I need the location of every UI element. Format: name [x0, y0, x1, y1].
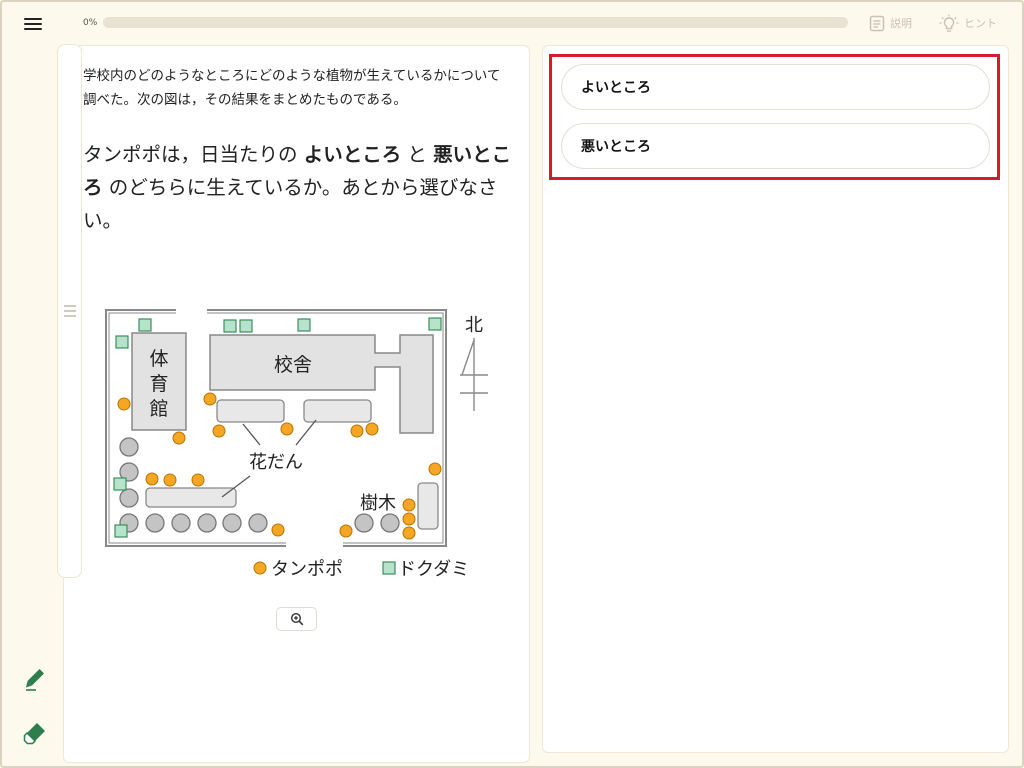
pencil-tool[interactable] — [22, 666, 48, 692]
explain-label: 説明 — [890, 17, 912, 30]
flowerbed-label: 花だん — [249, 452, 303, 473]
question-option-a: よいところ — [303, 143, 402, 166]
progress-label: 0% — [83, 18, 98, 28]
eraser-tool[interactable] — [22, 720, 48, 746]
menu-icon[interactable] — [24, 14, 42, 34]
zoom-button[interactable] — [276, 607, 317, 631]
flowerbed — [216, 399, 285, 423]
question-text-post: のどちらに生えているか。あとから選びなさい。 — [83, 176, 498, 232]
trees-label: 樹木 — [360, 493, 396, 514]
problem-intro: 学校内のどのようなところにどのような植物が生えているかについて調べた。次の図は，… — [83, 68, 501, 108]
legend-dandelion-label: タンポポ — [271, 559, 343, 580]
compass-icon — [460, 338, 488, 411]
legend-dokudami-icon — [382, 561, 396, 575]
choice-good-place[interactable]: よいところ — [561, 64, 990, 110]
choice-bad-place[interactable]: 悪いところ — [561, 123, 990, 169]
pencil-icon — [26, 669, 44, 691]
hint-label: ヒント — [964, 17, 997, 30]
legend-dokudami-label: ドクダミ — [398, 559, 469, 580]
flowerbed — [145, 487, 237, 508]
explain-button[interactable]: 説明 — [869, 13, 912, 33]
gym-label-2: 育 — [149, 373, 168, 395]
progress-bar — [103, 17, 848, 28]
legend-dandelion-icon — [253, 561, 267, 575]
school-label: 校舎 — [274, 354, 312, 376]
gym-label-1: 体 — [149, 348, 168, 370]
gym-label-3: 館 — [149, 398, 168, 420]
lightbulb-icon — [939, 14, 959, 32]
question-text-mid: と — [401, 143, 434, 166]
question-text-pre: タンポポは，日当たりの — [83, 143, 304, 166]
problem-question: タンポポは，日当たりの よいところ と 悪いところ のどちらに生えているか。あと… — [83, 138, 513, 237]
school-map: 体 育 館 校舎 花だん 樹木 北 タンポポ ドクダミ — [105, 309, 488, 580]
grip-icon[interactable] — [64, 305, 76, 317]
tree-bed — [417, 482, 439, 530]
flowerbed — [303, 399, 372, 423]
hint-button[interactable]: ヒント — [939, 13, 997, 33]
zoom-in-icon — [290, 612, 303, 626]
north-label: 北 — [465, 315, 483, 336]
document-icon — [869, 15, 885, 31]
eraser-icon — [23, 723, 45, 745]
